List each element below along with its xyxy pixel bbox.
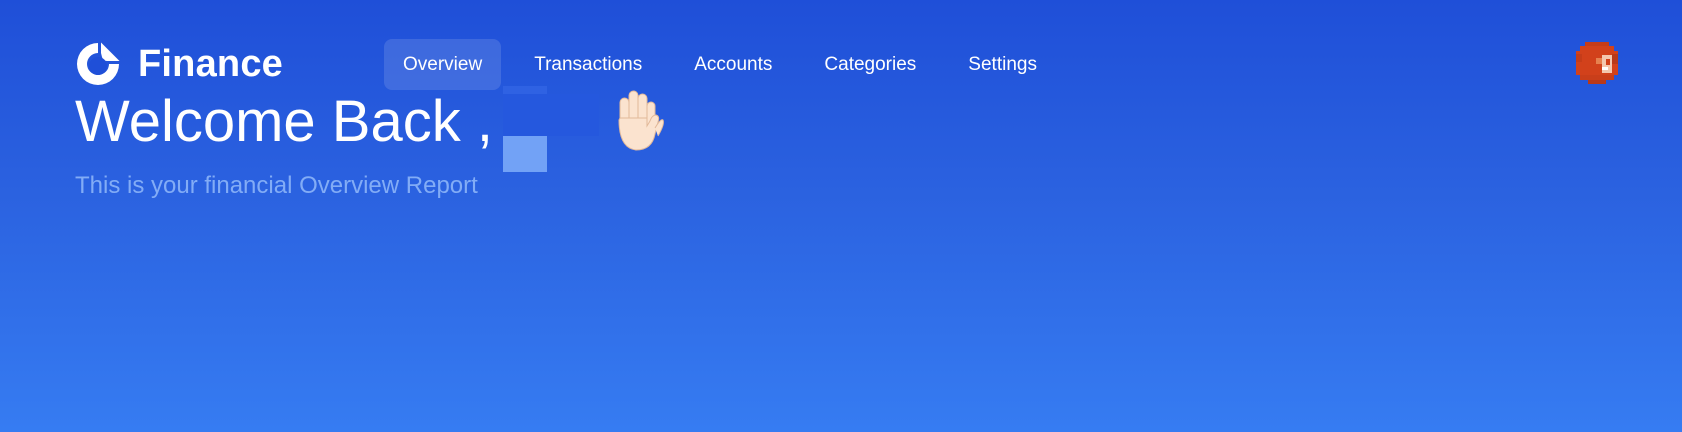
brand-name: Finance <box>138 43 283 85</box>
brand[interactable]: Finance <box>75 41 283 87</box>
redacted-username <box>502 86 599 176</box>
pixel-avatar-icon[interactable] <box>1576 42 1618 84</box>
welcome-heading: Welcome Back , <box>75 86 599 172</box>
raised-hand-icon <box>618 90 664 151</box>
nav-item-categories[interactable]: Categories <box>805 39 935 90</box>
nav-item-settings[interactable]: Settings <box>949 39 1056 90</box>
main-nav: Overview Transactions Accounts Categorie… <box>384 39 1070 90</box>
welcome-subtitle: This is your financial Overview Report <box>75 172 478 199</box>
welcome-title: Welcome Back , <box>75 89 493 154</box>
nav-item-accounts[interactable]: Accounts <box>675 39 791 90</box>
nav-item-overview[interactable]: Overview <box>384 39 502 90</box>
nav-item-transactions[interactable]: Transactions <box>515 39 661 90</box>
donut-logo-icon <box>77 42 120 85</box>
